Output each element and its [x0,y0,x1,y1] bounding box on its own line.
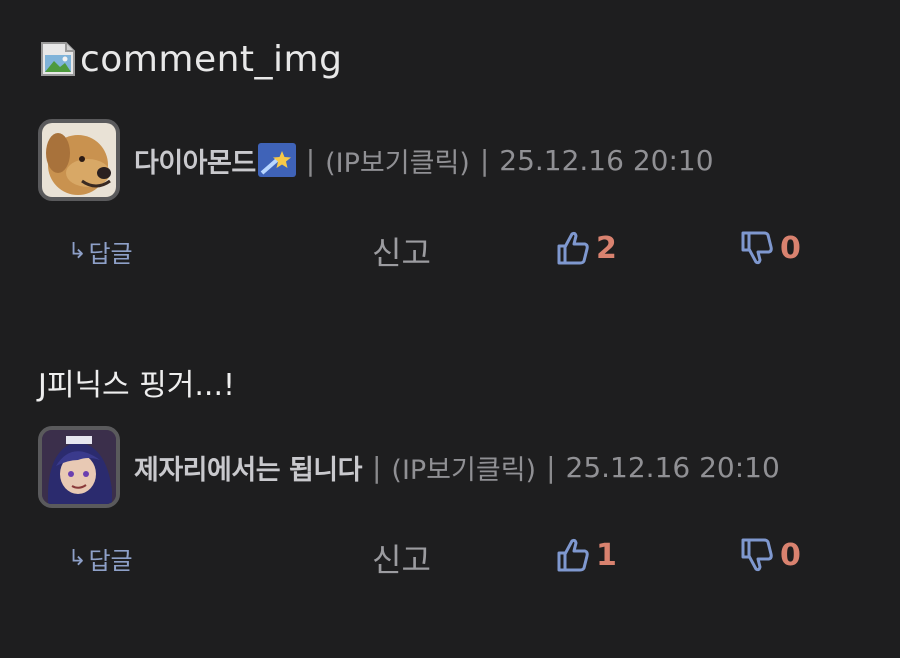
reply-arrow-icon: ↳ [68,239,87,264]
broken-image-icon [41,42,75,76]
like-count: 2 [596,230,617,266]
reply-button[interactable]: ↳ 답글 [68,541,133,576]
report-button[interactable]: 신고 [372,535,431,581]
timestamp: 25.12.16 20:10 [565,450,780,484]
avatar[interactable] [38,119,120,201]
dislike-button[interactable]: 0 [740,537,801,573]
comment-text: J피닉스 핑거...! [38,368,236,403]
dislike-count: 0 [780,230,801,266]
comment-meta-1: 다이아몬드 | (IP보기클릭) | 25.12.16 20:10 [38,115,714,205]
comment-image: comment_img [38,36,342,84]
nickname[interactable]: 다이아몬드 [134,141,256,180]
report-button[interactable]: 신고 [372,228,431,274]
ip-view-link[interactable]: (IP보기클릭) [325,141,470,180]
dislike-button[interactable]: 0 [740,230,801,266]
reply-button[interactable]: ↳ 답글 [68,234,133,269]
dislike-count: 0 [780,537,801,573]
reply-label: 답글 [88,547,133,575]
thumbs-up-icon [557,538,589,572]
reply-label: 답글 [88,240,133,268]
comment-actions-1: ↳ 답글 신고 2 0 [0,228,900,278]
separator: | [305,143,316,177]
nickname[interactable]: 제자리에서는 됩니다 [134,448,362,487]
shooting-star-icon [257,143,296,177]
like-button[interactable]: 1 [556,537,617,573]
like-button[interactable]: 2 [556,230,617,266]
separator: | [479,143,490,177]
image-alt-text: comment_img [80,39,343,80]
dog-avatar-icon [42,123,116,197]
like-count: 1 [596,537,617,573]
separator: | [371,450,382,484]
thumbs-down-icon [741,231,773,265]
thumbs-up-icon [557,231,589,265]
comment-meta-2: 제자리에서는 됩니다 | (IP보기클릭) | 25.12.16 20:10 [38,422,780,512]
reply-arrow-icon: ↳ [68,546,87,571]
separator: | [546,450,556,484]
ip-view-link[interactable]: (IP보기클릭) [391,448,536,487]
thumbs-down-icon [741,538,773,572]
anime-avatar-icon [42,430,116,504]
timestamp: 25.12.16 20:10 [499,143,714,177]
comment-actions-2: ↳ 답글 신고 1 0 [0,535,900,585]
avatar[interactable] [38,426,120,508]
